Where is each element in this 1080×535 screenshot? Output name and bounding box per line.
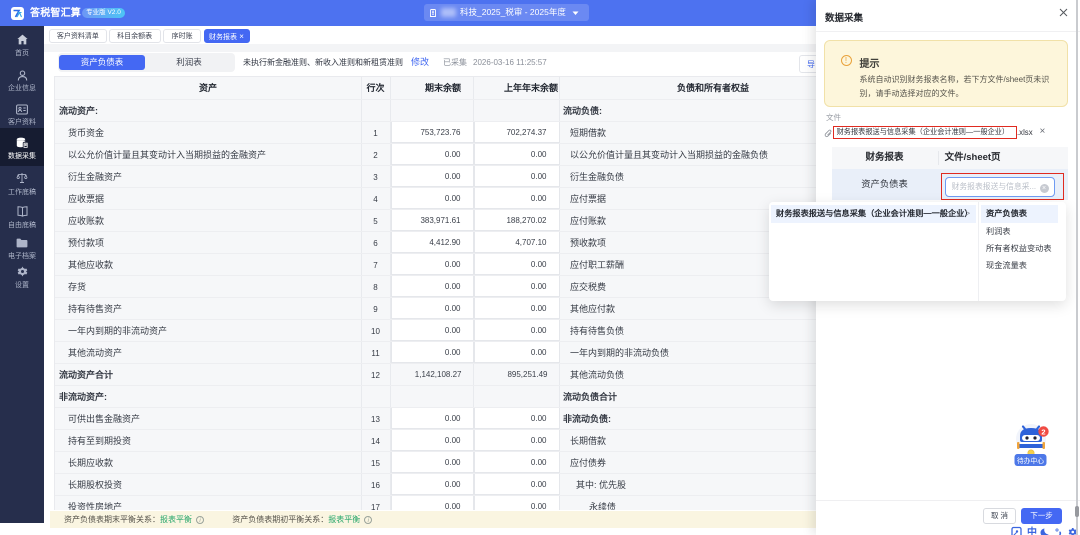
svg-text:中: 中: [1027, 526, 1037, 535]
svg-text:待办中心: 待办中心: [1017, 456, 1044, 465]
svg-text:2: 2: [1041, 427, 1045, 436]
